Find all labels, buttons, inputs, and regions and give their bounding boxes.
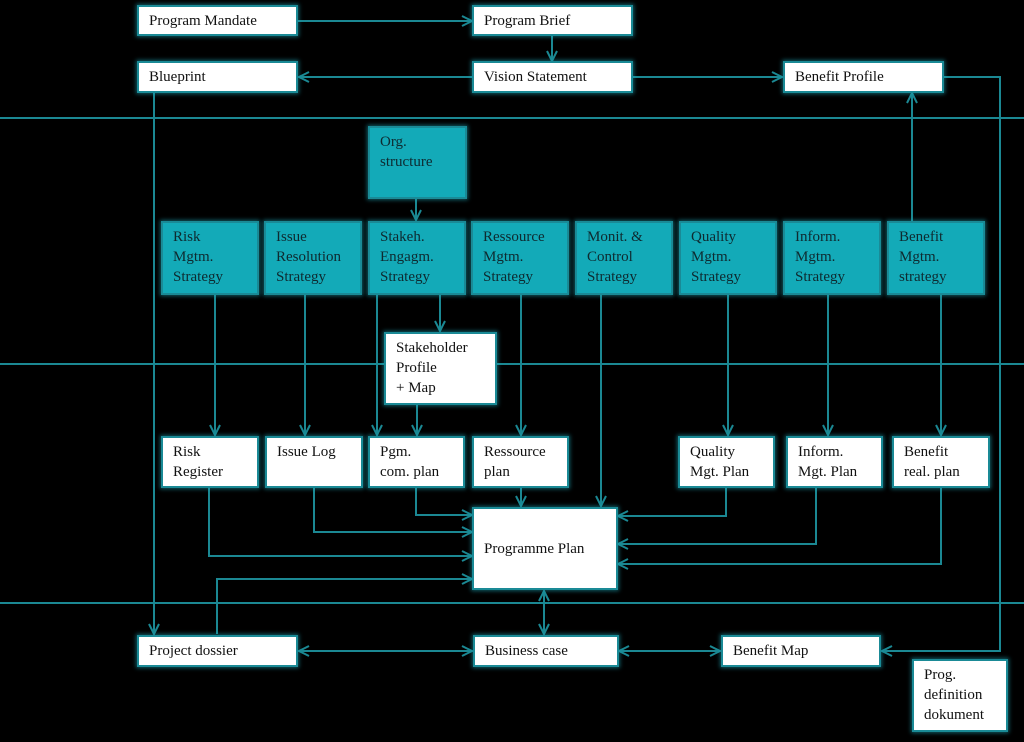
node-business-case[interactable]: Business case (473, 635, 619, 667)
node-risk-strategy[interactable]: Risk Mgtm. Strategy (161, 221, 259, 295)
node-issue-strategy[interactable]: Issue Resolution Strategy (264, 221, 362, 295)
node-label: Risk Mgtm. Strategy (173, 229, 223, 285)
node-monit-strategy[interactable]: Monit. & Control Strategy (575, 221, 673, 295)
node-benefit-map[interactable]: Benefit Map (721, 635, 881, 667)
node-label: Business case (485, 643, 568, 659)
node-risk-register[interactable]: Risk Register (161, 436, 259, 488)
node-label: Stakeholder Profile + Map (396, 340, 468, 396)
node-label: Stakeh. Engagm. Strategy (380, 229, 434, 285)
edge-projectdossier-programmeplan (216, 579, 472, 634)
node-label: Prog. definition dokument (924, 667, 984, 723)
node-label: Risk Register (173, 444, 223, 480)
node-stakeholder-profile[interactable]: Stakeholder Profile + Map (384, 332, 497, 405)
node-label: Ressource plan (484, 444, 546, 480)
node-label: Benefit real. plan (904, 444, 960, 480)
node-quality-strategy[interactable]: Quality Mgtm. Strategy (679, 221, 777, 295)
node-blueprint[interactable]: Blueprint (137, 61, 298, 93)
node-inform-strategy[interactable]: Inform. Mgtm. Strategy (783, 221, 881, 295)
node-label: Blueprint (149, 69, 206, 85)
node-program-brief[interactable]: Program Brief (472, 5, 633, 36)
node-stakeh-strategy[interactable]: Stakeh. Engagm. Strategy (368, 221, 466, 295)
node-label: Issue Log (277, 444, 336, 460)
node-label: Inform. Mgtm. Strategy (795, 229, 845, 285)
node-prog-definition[interactable]: Prog. definition dokument (912, 659, 1008, 732)
node-quality-plan[interactable]: Quality Mgt. Plan (678, 436, 775, 488)
node-project-dossier[interactable]: Project dossier (137, 635, 298, 667)
node-programme-plan[interactable]: Programme Plan (472, 507, 618, 590)
node-vision-statement[interactable]: Vision Statement (472, 61, 633, 93)
node-ressource-strategy[interactable]: Ressource Mgtm. Strategy (471, 221, 569, 295)
node-label: Issue Resolution Strategy (276, 229, 342, 285)
node-org-structure[interactable]: Org. structure (368, 126, 467, 199)
node-benefit-profile[interactable]: Benefit Profile (783, 61, 944, 93)
node-benefit-strategy[interactable]: Benefit Mgtm. strategy (887, 221, 985, 295)
node-label: Inform. Mgt. Plan (798, 444, 858, 480)
node-issue-log[interactable]: Issue Log (265, 436, 363, 488)
node-label: Quality Mgt. Plan (690, 444, 750, 480)
node-label: Benefit Profile (795, 69, 884, 85)
node-label: Org. structure (380, 134, 433, 170)
node-label: Ressource Mgtm. Strategy (483, 229, 545, 285)
edge-qualityplan-programmeplan (618, 488, 727, 516)
node-label: Program Brief (484, 12, 571, 29)
node-label: Vision Statement (484, 69, 587, 85)
process-diagram: Program Mandate Program Brief Blueprint … (0, 0, 1024, 742)
node-label: Quality Mgtm. Strategy (691, 229, 741, 285)
node-label: Monit. & Control Strategy (587, 229, 643, 285)
node-label: Benefit Map (733, 643, 809, 659)
edge-issuelog-programmeplan (313, 488, 472, 532)
node-program-mandate[interactable]: Program Mandate (137, 5, 298, 36)
node-label: Project dossier (149, 643, 238, 659)
edge-complan-programmeplan (415, 488, 472, 515)
node-label: Program Mandate (149, 12, 257, 29)
node-ressource-plan[interactable]: Ressource plan (472, 436, 569, 488)
node-benefit-real-plan[interactable]: Benefit real. plan (892, 436, 990, 488)
node-label: Benefit Mgtm. strategy (899, 229, 947, 285)
node-pgm-com-plan[interactable]: Pgm. com. plan (368, 436, 465, 488)
node-label: Programme Plan (484, 540, 585, 557)
node-inform-plan[interactable]: Inform. Mgt. Plan (786, 436, 883, 488)
edge-realplan-programmeplan (618, 488, 942, 564)
connector-layer (0, 0, 1024, 742)
node-label: Pgm. com. plan (380, 444, 440, 480)
edge-riskregister-programmeplan (208, 488, 472, 556)
